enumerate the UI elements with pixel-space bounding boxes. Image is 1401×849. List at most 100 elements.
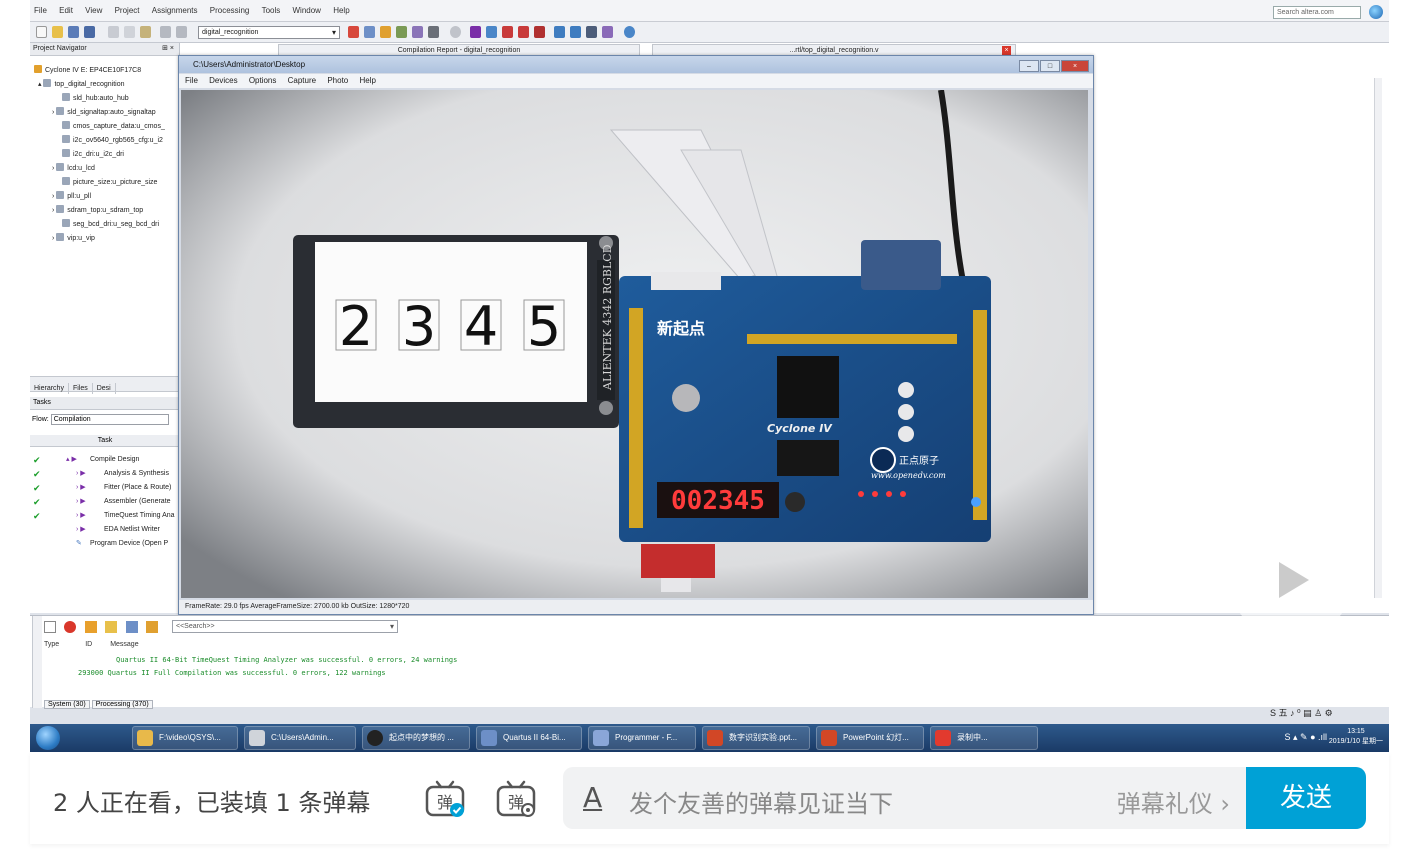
menu-view[interactable]: View bbox=[85, 6, 102, 15]
cut-icon[interactable] bbox=[108, 26, 119, 38]
taskbar-item[interactable]: C:\Users\Admin... bbox=[244, 726, 356, 750]
chip-planner-icon[interactable] bbox=[348, 26, 359, 38]
taskbar-item[interactable]: Quartus II 64-Bi... bbox=[476, 726, 582, 750]
critical-warning-icon[interactable] bbox=[84, 621, 97, 633]
altera-search-input[interactable]: Search altera.com bbox=[1273, 6, 1361, 19]
menu-processing[interactable]: Processing bbox=[210, 6, 250, 15]
close-icon[interactable]: ⊞ × bbox=[162, 44, 174, 52]
video-player[interactable]: File Edit View Project Assignments Proce… bbox=[30, 0, 1389, 752]
maximize-button[interactable]: □ bbox=[1040, 60, 1060, 72]
power-icon[interactable] bbox=[518, 26, 529, 38]
taskbar-item[interactable]: Programmer - F... bbox=[588, 726, 696, 750]
hierarchy-item[interactable]: picture_size:u_picture_size bbox=[34, 176, 179, 190]
tab-files[interactable]: Files bbox=[69, 383, 93, 394]
message-line[interactable]: 293000 Quartus II Full Compilation was s… bbox=[78, 669, 386, 677]
cam-menu-file[interactable]: File bbox=[185, 76, 198, 85]
task-row[interactable]: ✔ › ▶ TimeQuest Timing Ana bbox=[30, 509, 180, 523]
flag-icon[interactable] bbox=[146, 621, 159, 633]
hierarchy-item[interactable]: › lcd:u_lcd bbox=[34, 162, 179, 176]
error-filter-icon[interactable] bbox=[64, 621, 77, 633]
save-icon[interactable] bbox=[68, 26, 79, 38]
taskbar-item[interactable]: F:\video\QSYS\... bbox=[132, 726, 238, 750]
timequest-icon[interactable] bbox=[502, 26, 513, 38]
danmaku-settings-button[interactable]: 弹 bbox=[494, 776, 538, 820]
new-file-icon[interactable] bbox=[36, 26, 47, 38]
task-row[interactable]: ✔ › ▶ Analysis & Synthesis bbox=[30, 467, 180, 481]
undo-icon[interactable] bbox=[160, 26, 171, 38]
assignment-icon[interactable] bbox=[380, 26, 391, 38]
analysis-icon[interactable] bbox=[412, 26, 423, 38]
play-button[interactable] bbox=[1237, 524, 1345, 624]
taskbar-item[interactable]: PowerPoint 幻灯... bbox=[816, 726, 924, 750]
taskbar-item[interactable]: 数字识别实验.ppt... bbox=[702, 726, 810, 750]
warning-filter-icon[interactable] bbox=[105, 621, 118, 633]
top-entity-node[interactable]: ▴ top_digital_recognition bbox=[34, 78, 179, 92]
system-tray[interactable]: S ▴ ✎ ● .ıll bbox=[1285, 732, 1328, 743]
copy-icon[interactable] bbox=[124, 26, 135, 38]
save-all-icon[interactable] bbox=[84, 26, 95, 38]
text-style-icon[interactable]: A bbox=[583, 781, 602, 814]
pin-planner-icon[interactable] bbox=[364, 26, 375, 38]
tab-hierarchy[interactable]: Hierarchy bbox=[30, 383, 69, 394]
menu-window[interactable]: Window bbox=[293, 6, 321, 15]
task-row[interactable]: ✔ › ▶ Fitter (Place & Route) bbox=[30, 481, 180, 495]
close-icon[interactable]: × bbox=[1002, 46, 1011, 55]
cam-menu-capture[interactable]: Capture bbox=[288, 76, 316, 85]
settings-icon[interactable] bbox=[396, 26, 407, 38]
messages-search-input[interactable]: <<Search>> bbox=[172, 620, 398, 633]
task-row[interactable]: ✔ › ▶ Assembler (Generate bbox=[30, 495, 180, 509]
message-line[interactable]: Quartus II 64-Bit TimeQuest Timing Analy… bbox=[116, 656, 457, 664]
hierarchy-item[interactable]: › sdram_top:u_sdram_top bbox=[34, 204, 179, 218]
hierarchy-item[interactable]: i2c_dri:u_i2c_dri bbox=[34, 148, 179, 162]
redo-icon[interactable] bbox=[176, 26, 187, 38]
paste-icon[interactable] bbox=[140, 26, 151, 38]
hierarchy-item[interactable]: seg_bcd_dri:u_seg_bcd_dri bbox=[34, 218, 179, 232]
cam-menu-photo[interactable]: Photo bbox=[327, 76, 348, 85]
task-row[interactable]: ✔ ▴ ▶ Compile Design bbox=[30, 453, 180, 467]
tab-processing[interactable]: Processing (370) bbox=[91, 700, 153, 709]
close-button[interactable]: × bbox=[1061, 60, 1089, 72]
open-folder-icon[interactable] bbox=[52, 26, 63, 38]
hierarchy-item[interactable]: sld_hub:auto_hub bbox=[34, 92, 179, 106]
rtl-viewer-icon[interactable] bbox=[486, 26, 497, 38]
cam-menu-devices[interactable]: Devices bbox=[209, 76, 237, 85]
minimize-button[interactable]: – bbox=[1019, 60, 1039, 72]
menu-edit[interactable]: Edit bbox=[59, 6, 73, 15]
stop-icon[interactable] bbox=[450, 26, 461, 38]
start-button[interactable] bbox=[36, 726, 60, 750]
hierarchy-item[interactable]: › vip:u_vip bbox=[34, 232, 179, 246]
compile-icon[interactable] bbox=[428, 26, 439, 38]
device-node[interactable]: Cyclone IV E: EP4CE10F17C8 bbox=[34, 64, 179, 78]
taskbar-item[interactable]: 起点中的梦想的 ... bbox=[362, 726, 470, 750]
globe-icon[interactable] bbox=[1369, 5, 1383, 19]
taskbar-item[interactable]: 录制中... bbox=[930, 726, 1038, 750]
editor-scrollbar[interactable] bbox=[1374, 78, 1382, 598]
netlist-icon[interactable] bbox=[554, 26, 565, 38]
cam-menu-help[interactable]: Help bbox=[359, 76, 375, 85]
danmaku-toggle-button[interactable]: 弹 bbox=[423, 776, 467, 820]
send-button[interactable]: 发送 bbox=[1246, 767, 1366, 829]
hierarchy-item[interactable]: i2c_ov5640_rgb565_cfg:u_i2 bbox=[34, 134, 179, 148]
danmaku-etiquette-link[interactable]: 弹幕礼仪 › bbox=[1117, 784, 1230, 819]
menu-assignments[interactable]: Assignments bbox=[152, 6, 198, 15]
hierarchy-item[interactable]: › pll:u_pll bbox=[34, 190, 179, 204]
chip-icon[interactable] bbox=[586, 26, 597, 38]
project-select[interactable]: digital_recognition bbox=[198, 26, 340, 39]
filter-all-icon[interactable] bbox=[44, 621, 56, 633]
menu-project[interactable]: Project bbox=[115, 6, 140, 15]
menu-file[interactable]: File bbox=[34, 6, 47, 15]
menu-tools[interactable]: Tools bbox=[262, 6, 281, 15]
task-row[interactable]: › ▶ EDA Netlist Writer bbox=[30, 523, 180, 537]
hierarchy-item[interactable]: cmos_capture_data:u_cmos_ bbox=[34, 120, 179, 134]
cam-menu-options[interactable]: Options bbox=[249, 76, 277, 85]
flow-select[interactable]: Compilation bbox=[50, 413, 169, 425]
qsys-icon[interactable] bbox=[602, 26, 613, 38]
hierarchy-item[interactable]: › sld_signaltap:auto_signaltap bbox=[34, 106, 179, 120]
tab-design-units[interactable]: Desi bbox=[93, 383, 116, 394]
ime-toolbar[interactable]: S 五 ♪ ⁰ ▤ ♙ ⚙ bbox=[1270, 706, 1333, 719]
task-row[interactable]: ✎ Program Device (Open P bbox=[30, 537, 180, 551]
start-compile-icon[interactable] bbox=[470, 26, 481, 38]
danmaku-input[interactable]: A 发个友善的弹幕见证当下 弹幕礼仪 › bbox=[563, 767, 1246, 829]
signaltap-icon[interactable] bbox=[534, 26, 545, 38]
tab-system[interactable]: System (30) bbox=[44, 700, 90, 709]
